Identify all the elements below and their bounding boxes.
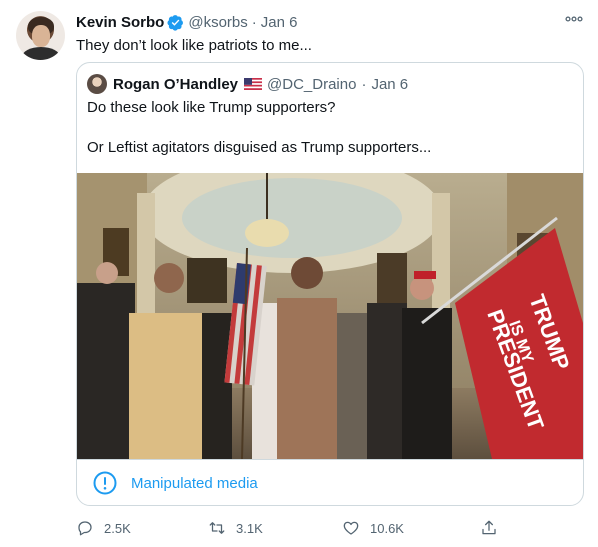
tweet-date[interactable]: Jan 6 bbox=[261, 14, 298, 31]
quoted-tweet-card[interactable]: Rogan O’Handley @DC_Draino · Jan 6 Do th… bbox=[76, 62, 584, 506]
share-icon bbox=[482, 520, 496, 535]
quoted-tweet-text-line2: Or Leftist agitators disguised as Trump … bbox=[87, 139, 432, 156]
verified-badge-icon bbox=[167, 14, 184, 31]
retweet-icon bbox=[209, 522, 225, 534]
more-options-icon[interactable] bbox=[565, 14, 583, 24]
reply-count: 2.5K bbox=[104, 520, 131, 536]
retweet-button[interactable]: 3.1K bbox=[208, 516, 263, 540]
quoted-author-name[interactable]: Rogan O’Handley bbox=[113, 76, 238, 93]
info-circle-icon bbox=[93, 471, 117, 495]
like-button[interactable]: 10.6K bbox=[342, 516, 404, 540]
tweet-header: Kevin Sorbo @ksorbs · Jan 6 bbox=[76, 12, 297, 32]
quoted-tweet-date[interactable]: Jan 6 bbox=[371, 76, 408, 93]
separator-dot: · bbox=[361, 75, 367, 93]
quoted-tweet-header: Rogan O’Handley @DC_Draino · Jan 6 bbox=[87, 73, 408, 95]
author-handle[interactable]: @ksorbs bbox=[188, 14, 247, 31]
share-button[interactable] bbox=[480, 516, 508, 540]
quoted-tweet-photo[interactable]: TRUMP IS MY PRESIDENT bbox=[77, 173, 583, 459]
separator-dot: · bbox=[251, 13, 257, 31]
manipulated-media-notice[interactable]: Manipulated media bbox=[77, 459, 583, 505]
us-flag-icon bbox=[244, 78, 263, 90]
heart-icon bbox=[343, 521, 359, 535]
quoted-author-handle[interactable]: @DC_Draino bbox=[267, 76, 356, 93]
retweet-count: 3.1K bbox=[236, 520, 263, 536]
like-count: 10.6K bbox=[370, 520, 404, 536]
manipulated-media-label[interactable]: Manipulated media bbox=[131, 475, 258, 492]
reply-icon bbox=[78, 521, 92, 536]
quoted-author-avatar[interactable] bbox=[87, 74, 107, 94]
tweet-text: They don’t look like patriots to me... bbox=[76, 37, 312, 54]
reply-button[interactable]: 2.5K bbox=[76, 516, 131, 540]
quoted-tweet-text-line1: Do these look like Trump supporters? bbox=[87, 99, 336, 116]
tweet-actions: 2.5K 3.1K 10.6K bbox=[76, 516, 516, 540]
author-avatar[interactable] bbox=[16, 11, 65, 60]
author-name[interactable]: Kevin Sorbo bbox=[76, 14, 164, 31]
